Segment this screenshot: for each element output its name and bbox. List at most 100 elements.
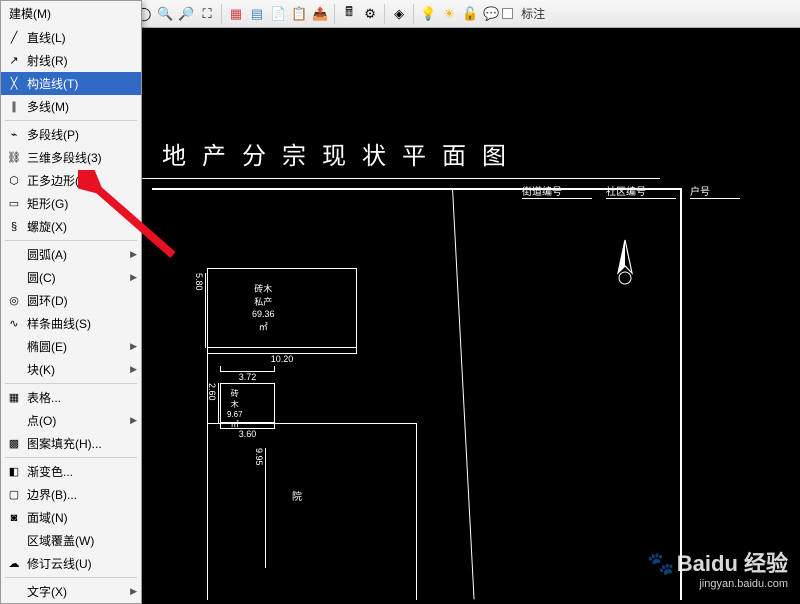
dim-h3: 9.95 bbox=[254, 448, 266, 568]
menu-item-图案填充h[interactable]: ▩图案填充(H)... bbox=[1, 432, 141, 455]
menu-item-label: 直线(L) bbox=[27, 29, 137, 46]
dim-w2: 3.72 bbox=[220, 371, 275, 382]
courtyard bbox=[207, 423, 417, 600]
revcloud-icon: ☁ bbox=[5, 556, 23, 572]
menu-item-label: 修订云线(U) bbox=[27, 555, 137, 572]
polygon-icon: ⬡ bbox=[5, 173, 23, 189]
menu-item-多线m[interactable]: ∥多线(M) bbox=[1, 95, 141, 118]
menu-item-直线l[interactable]: ╱直线(L) bbox=[1, 26, 141, 49]
courtyard-label: 院 bbox=[292, 488, 302, 503]
mline-icon: ∥ bbox=[5, 99, 23, 115]
dim-h2: 2.60 bbox=[207, 383, 219, 423]
boundary-icon: ▢ bbox=[5, 487, 23, 503]
chat-icon[interactable]: 💬 bbox=[481, 4, 501, 24]
menu-item-椭圆e[interactable]: 椭圆(E)▶ bbox=[1, 335, 141, 358]
menu-item-多段线p[interactable]: ⌁多段线(P) bbox=[1, 123, 141, 146]
menu-item-点o[interactable]: 点(O)▶ bbox=[1, 409, 141, 432]
submenu-arrow-icon: ▶ bbox=[130, 586, 137, 597]
hatch-icon: ▩ bbox=[5, 436, 23, 452]
region-icon: ◙ bbox=[5, 510, 23, 526]
pline-icon: ⌁ bbox=[5, 127, 23, 143]
household-label: 户号 bbox=[690, 183, 740, 199]
drawing-title: 地产分宗现状平面图 bbox=[162, 136, 522, 171]
menu-item-label: 构造线(T) bbox=[27, 75, 137, 92]
lock-icon[interactable]: 🔓 bbox=[460, 4, 480, 24]
donut-icon: ◎ bbox=[5, 293, 23, 309]
menu-item-圆c[interactable]: 圆(C)▶ bbox=[1, 266, 141, 289]
table-icon[interactable]: ▤ bbox=[247, 4, 267, 24]
line-icon: ╱ bbox=[5, 30, 23, 46]
zoom-extent-icon[interactable]: ⛶ bbox=[197, 4, 217, 24]
menu-title[interactable]: 建模(M) bbox=[1, 1, 141, 26]
submenu-arrow-icon: ▶ bbox=[130, 341, 137, 352]
menu-item-label: 点(O) bbox=[27, 412, 130, 429]
helix-icon: § bbox=[5, 219, 23, 235]
building-1 bbox=[207, 268, 357, 348]
menu-item-label: 表格... bbox=[27, 389, 137, 406]
menu-item-三维多段线3[interactable]: ⛓三维多段线(3) bbox=[1, 146, 141, 169]
layers-icon[interactable]: ◈ bbox=[389, 4, 409, 24]
menu-item-表格[interactable]: ▦表格... bbox=[1, 386, 141, 409]
annotation-checkbox[interactable] bbox=[502, 8, 513, 19]
blank-icon bbox=[5, 413, 23, 429]
blank-icon bbox=[5, 247, 23, 263]
menu-item-label: 区域覆盖(W) bbox=[27, 532, 137, 549]
menu-item-label: 射线(R) bbox=[27, 52, 137, 69]
menu-item-边界b[interactable]: ▢边界(B)... bbox=[1, 483, 141, 506]
drawing-area: 地产分宗现状平面图 街道编号 社区编号 户号 砖木 私产 69.36㎡ 10.2… bbox=[142, 28, 800, 600]
spline-icon: ∿ bbox=[5, 316, 23, 332]
building-1-label: 砖木 私产 69.36㎡ bbox=[252, 283, 275, 333]
menu-item-面域n[interactable]: ◙面域(N) bbox=[1, 506, 141, 529]
grid-icon[interactable]: ▦ bbox=[226, 4, 246, 24]
menu-item-label: 多线(M) bbox=[27, 98, 137, 115]
annotation-label: 标注 bbox=[521, 5, 545, 22]
dim-w3: 3.60 bbox=[220, 428, 275, 439]
menu-item-label: 面域(N) bbox=[27, 509, 137, 526]
menu-item-圆环d[interactable]: ◎圆环(D) bbox=[1, 289, 141, 312]
menu-item-构造线t[interactable]: ╳构造线(T) bbox=[1, 72, 141, 95]
zoom-in-icon[interactable]: 🔍 bbox=[155, 4, 175, 24]
blank-icon bbox=[5, 339, 23, 355]
zoom-out-icon[interactable]: 🔎 bbox=[176, 4, 196, 24]
settings-icon[interactable]: ⚙ bbox=[360, 4, 380, 24]
menu-item-label: 文字(X) bbox=[27, 583, 130, 600]
bulb-icon[interactable]: 💡 bbox=[418, 4, 438, 24]
menu-item-label: 块(K) bbox=[27, 361, 130, 378]
gradient-icon: ◧ bbox=[5, 464, 23, 480]
menu-item-label: 圆(C) bbox=[27, 269, 130, 286]
watermark: 🐾Baidu 经验 jingyan.baidu.com bbox=[647, 546, 788, 590]
submenu-arrow-icon: ▶ bbox=[130, 364, 137, 375]
submenu-arrow-icon: ▶ bbox=[130, 272, 137, 283]
menu-item-label: 样条曲线(S) bbox=[27, 315, 137, 332]
rect-icon: ▭ bbox=[5, 196, 23, 212]
calc-icon[interactable]: 🖩 bbox=[339, 4, 359, 24]
sheet-icon[interactable]: 📄 bbox=[268, 4, 288, 24]
menu-item-label: 三维多段线(3) bbox=[27, 149, 137, 166]
xline-icon: ╳ bbox=[5, 76, 23, 92]
sun-icon[interactable]: ☀ bbox=[439, 4, 459, 24]
dim-h1: 5.80 bbox=[194, 273, 206, 348]
dim-w1: 10.20 bbox=[207, 353, 357, 364]
menu-item-渐变色[interactable]: ◧渐变色... bbox=[1, 460, 141, 483]
table-icon: ▦ bbox=[5, 390, 23, 406]
menu-item-label: 图案填充(H)... bbox=[27, 435, 137, 452]
export-icon[interactable]: 📤 bbox=[310, 4, 330, 24]
menu-item-label: 渐变色... bbox=[27, 463, 137, 480]
submenu-arrow-icon: ▶ bbox=[130, 415, 137, 426]
menu-item-label: 圆环(D) bbox=[27, 292, 137, 309]
ray-icon: ↗ bbox=[5, 53, 23, 69]
menu-item-区域覆盖w[interactable]: 区域覆盖(W) bbox=[1, 529, 141, 552]
menu-item-label: 椭圆(E) bbox=[27, 338, 130, 355]
title-underline bbox=[142, 178, 660, 179]
annotation-arrow-icon bbox=[78, 170, 178, 260]
menu-item-射线r[interactable]: ↗射线(R) bbox=[1, 49, 141, 72]
props-icon[interactable]: 📋 bbox=[289, 4, 309, 24]
modeling-menu: 建模(M) ╱直线(L)↗射线(R)╳构造线(T)∥多线(M)⌁多段线(P)⛓三… bbox=[0, 0, 142, 604]
menu-item-样条曲线s[interactable]: ∿样条曲线(S) bbox=[1, 312, 141, 335]
menu-item-块k[interactable]: 块(K)▶ bbox=[1, 358, 141, 381]
menu-item-修订云线u[interactable]: ☁修订云线(U) bbox=[1, 552, 141, 575]
blank-icon bbox=[5, 270, 23, 286]
blank-icon bbox=[5, 362, 23, 378]
menu-item-label: 多段线(P) bbox=[27, 126, 137, 143]
3dpoly-icon: ⛓ bbox=[5, 150, 23, 166]
